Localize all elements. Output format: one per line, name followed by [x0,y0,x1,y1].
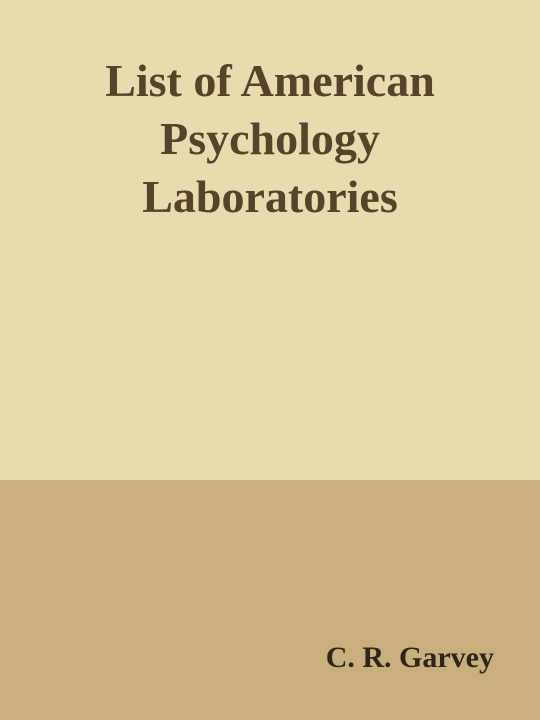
book-title: List of American Psychology Laboratories [20,52,520,226]
author-name: C. R. Garvey [325,641,494,674]
book-cover: List of American Psychology Laboratories… [0,0,540,720]
cover-bottom-panel [0,480,540,720]
cover-top-panel: List of American Psychology Laboratories [0,0,540,480]
title-line-2: Psychology [160,113,380,164]
title-line-3: Laboratories [142,171,398,222]
title-line-1: List of American [105,55,435,106]
